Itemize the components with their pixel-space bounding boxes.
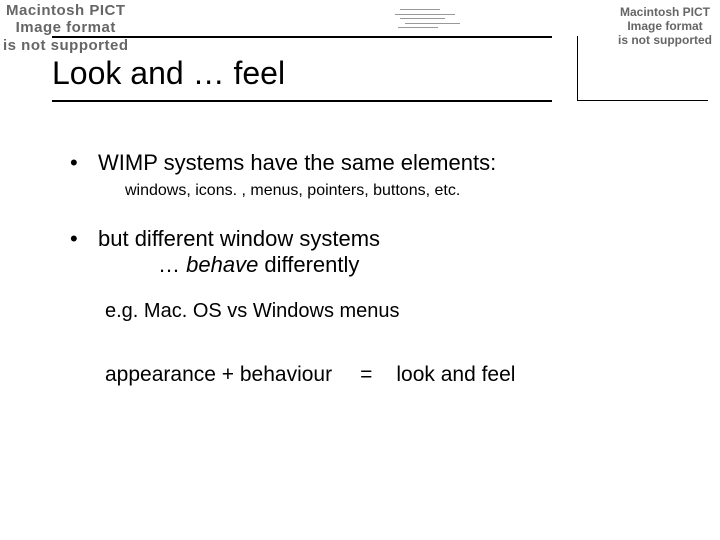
artifact-line	[395, 14, 455, 15]
slide-title: Look and … feel	[52, 55, 285, 92]
equation-line: appearance + behaviour = look and feel	[105, 363, 680, 387]
artifact-line	[398, 27, 438, 28]
artifact-line	[400, 9, 440, 10]
pict-placeholder-top-left: Macintosh PICT Image format is not suppo…	[3, 2, 129, 54]
slide-body: WIMP systems have the same elements: win…	[70, 150, 680, 387]
artifact-line	[400, 18, 445, 19]
divider-top	[52, 36, 552, 38]
bullet-2: but different window systems … behave di…	[70, 226, 680, 278]
artifact-line	[405, 23, 460, 24]
bullet-2-line2-rest: differently	[258, 252, 359, 277]
equation-left: appearance + behaviour	[105, 363, 332, 386]
bullet-2-sub: e.g. Mac. OS vs Windows menus	[105, 300, 680, 323]
bullet-2-line2-prefix: …	[158, 252, 186, 277]
bullet-1-sub: windows, icons. , menus, pointers, butto…	[125, 182, 680, 200]
bullet-1: WIMP systems have the same elements:	[70, 150, 680, 176]
corner-box	[577, 36, 708, 101]
bullet-2-line2-italic: behave	[186, 252, 258, 277]
divider-title	[52, 100, 552, 102]
equation-right: look and feel	[396, 363, 515, 386]
bullet-2-line1: but different window systems	[98, 226, 380, 251]
equation-equals: =	[360, 363, 372, 386]
